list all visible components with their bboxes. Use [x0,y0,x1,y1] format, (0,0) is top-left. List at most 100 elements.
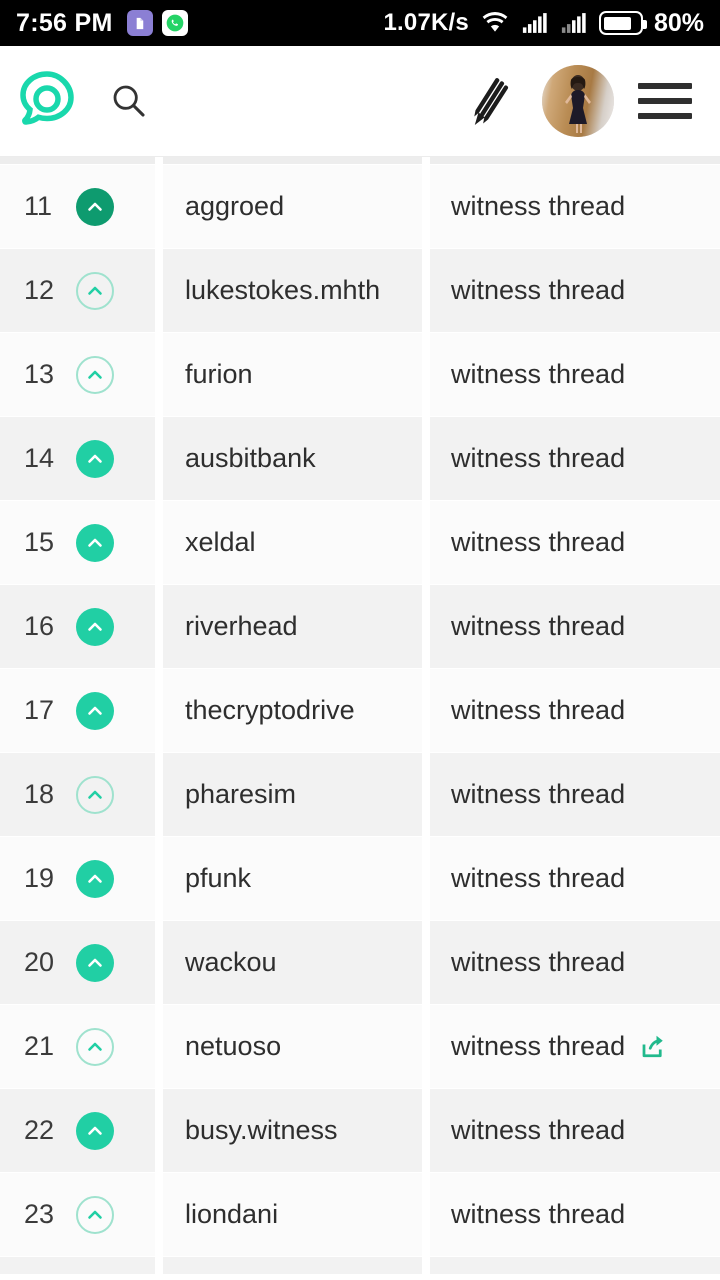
witness-name-cell[interactable]: pfunk [163,836,422,920]
witness-name-cell[interactable]: pharesim [163,752,422,836]
upvote-button[interactable] [76,943,114,982]
witness-thread-link[interactable]: witness thread [451,863,625,894]
witness-name-cell[interactable]: netuoso [163,1004,422,1088]
table-row[interactable]: 22 busy.witness witness thread [0,1088,720,1172]
witness-name: wackou [185,947,277,977]
status-time: 7:56 PM [16,8,113,37]
witness-thread-link[interactable]: witness thread [451,1115,625,1146]
witness-thread-link[interactable]: witness thread [451,191,625,222]
witness-thread-cell[interactable]: witness thread [430,1172,720,1256]
witness-thread-cell[interactable]: witness thread [430,836,720,920]
status-right-cluster: 1.07K/s 80% [383,9,704,38]
table-row[interactable]: 19 pfunk witness thread [0,836,720,920]
upvote-button[interactable] [76,355,114,394]
busy-logo[interactable] [14,68,80,134]
column-divider [155,920,163,1004]
witness-thread-link[interactable]: witness thread [451,527,625,558]
rank-number: 16 [24,611,55,641]
column-divider [155,1004,163,1088]
upvote-button[interactable] [76,607,114,646]
witness-thread-cell[interactable]: witness thread [430,416,720,500]
witness-thread-cell[interactable]: witness thread [430,752,720,836]
witness-thread-cell[interactable]: witness thread [430,164,720,248]
table-row-partial-bottom [0,1256,720,1274]
rank-number: 23 [24,1199,55,1229]
search-icon[interactable] [102,74,156,128]
table-row[interactable]: 11 aggroed witness thread [0,164,720,248]
witness-name: furion [185,359,253,389]
witness-name-cell[interactable]: aggroed [163,164,422,248]
table-row[interactable]: 16 riverhead witness thread [0,584,720,668]
witness-name: pfunk [185,863,252,893]
upvote-button[interactable] [76,1027,114,1066]
witness-name: riverhead [185,611,298,641]
column-divider [422,1088,430,1172]
table-row[interactable]: 14 ausbitbank witness thread [0,416,720,500]
witness-thread-link[interactable]: witness thread [451,695,625,726]
pencil-icon[interactable] [462,73,518,129]
witness-thread-link[interactable]: witness thread [451,275,625,306]
witness-thread-link[interactable]: witness thread [451,359,625,390]
rank-cell: 20 [0,920,155,1004]
upvote-button[interactable] [76,1111,114,1150]
hamburger-menu-icon[interactable] [638,72,696,130]
witness-thread-cell[interactable]: witness thread [430,668,720,752]
upvote-button[interactable] [76,439,114,478]
share-icon[interactable] [639,1032,669,1062]
upvote-button[interactable] [76,187,114,226]
witness-thread-link[interactable]: witness thread [451,1031,625,1062]
table-row[interactable]: 13 furion witness thread [0,332,720,416]
witness-name-cell[interactable]: thecryptodrive [163,668,422,752]
upvote-button[interactable] [76,1195,114,1234]
rank-cell: 18 [0,752,155,836]
table-row[interactable]: 17 thecryptodrive witness thread [0,668,720,752]
rank-cell: 23 [0,1172,155,1256]
witness-thread-cell[interactable]: witness thread [430,1004,720,1088]
witness-name-cell[interactable]: riverhead [163,584,422,668]
witness-thread-link[interactable]: witness thread [451,779,625,810]
witness-name-cell[interactable]: furion [163,332,422,416]
witness-name-cell[interactable]: busy.witness [163,1088,422,1172]
upvote-button[interactable] [76,271,114,310]
rank-number: 17 [24,695,55,725]
battery-icon [598,11,647,35]
witness-thread-link[interactable]: witness thread [451,947,625,978]
witness-name-cell[interactable]: wackou [163,920,422,1004]
witness-name: ausbitbank [185,443,316,473]
table-row[interactable]: 12 lukestokes.mhth witness thread [0,248,720,332]
witness-thread-cell[interactable]: witness thread [430,1088,720,1172]
witness-name-cell[interactable]: liondani [163,1172,422,1256]
witness-thread-cell[interactable]: witness thread [430,500,720,584]
column-divider [155,752,163,836]
witness-name-cell[interactable]: lukestokes.mhth [163,248,422,332]
column-divider [422,584,430,668]
table-row[interactable]: 18 pharesim witness thread [0,752,720,836]
witness-thread-cell[interactable]: witness thread [430,332,720,416]
table-row[interactable]: 23 liondani witness thread [0,1172,720,1256]
status-bar: 7:56 PM 1.07K/s 80% [0,0,720,46]
witness-thread-cell[interactable]: witness thread [430,920,720,1004]
upvote-button[interactable] [76,691,114,730]
user-avatar[interactable] [542,65,614,137]
witness-name: aggroed [185,191,285,221]
witness-table[interactable]: 11 aggroed witness thread 12 lukestokes.mhth… [0,157,720,1280]
table-row[interactable]: 15 xeldal witness thread [0,500,720,584]
table-row[interactable]: 21 netuoso witness thread [0,1004,720,1088]
upvote-button[interactable] [76,775,114,814]
upvote-button[interactable] [76,523,114,562]
upvote-button[interactable] [76,859,114,898]
witness-thread-link[interactable]: witness thread [451,443,625,474]
rank-cell: 17 [0,668,155,752]
table-row[interactable]: 20 wackou witness thread [0,920,720,1004]
witness-name-cell[interactable]: ausbitbank [163,416,422,500]
rank-number: 13 [24,359,55,389]
column-divider [155,416,163,500]
rank-cell: 22 [0,1088,155,1172]
witness-thread-cell[interactable]: witness thread [430,584,720,668]
witness-thread-link[interactable]: witness thread [451,611,625,642]
witness-name-cell[interactable]: xeldal [163,500,422,584]
witness-thread-cell[interactable]: witness thread [430,248,720,332]
rank-number: 22 [24,1115,55,1145]
rank-number: 21 [24,1031,55,1061]
witness-thread-link[interactable]: witness thread [451,1199,625,1230]
